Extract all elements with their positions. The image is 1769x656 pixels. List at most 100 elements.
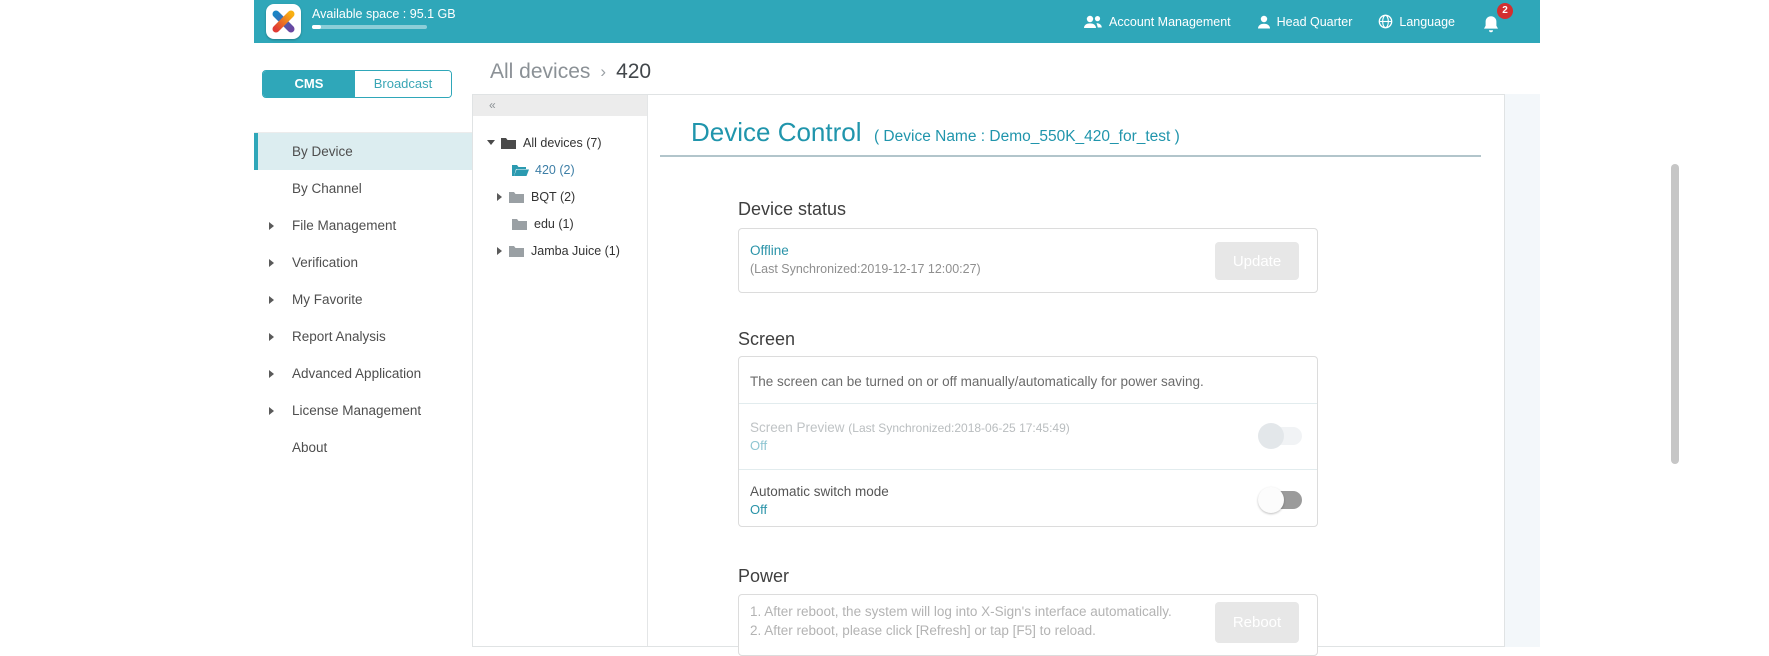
available-space: Available space : 95.1 GB xyxy=(312,7,456,29)
nav-account-management-label: Account Management xyxy=(1109,15,1231,29)
sidebar-item-label: File Management xyxy=(292,218,396,233)
xsign-logo-icon xyxy=(266,4,301,39)
nav-head-quarter[interactable]: Head Quarter xyxy=(1257,15,1353,29)
tab-cms[interactable]: CMS xyxy=(263,71,355,97)
sidebar-item-label: Report Analysis xyxy=(292,329,386,344)
sidebar-item-label: Advanced Application xyxy=(292,366,421,381)
globe-icon xyxy=(1378,14,1393,29)
tree-collapse-button[interactable]: « xyxy=(473,95,647,116)
breadcrumb: All devices › 420 xyxy=(490,60,651,84)
top-header-bar: Available space : 95.1 GB Account Manage… xyxy=(254,0,1540,43)
breadcrumb-separator-icon: › xyxy=(600,62,606,82)
screen-preview-last-sync: (Last Synchronized:2018-06-25 17:45:49) xyxy=(848,421,1069,435)
sidebar-item-label: By Device xyxy=(292,144,353,159)
notifications[interactable]: 2 xyxy=(1481,7,1507,37)
available-space-label: Available space : 95.1 GB xyxy=(312,7,456,21)
mode-tabs: CMS Broadcast xyxy=(262,70,452,98)
device-tree-panel: « All devices (7) 420 (2) xyxy=(473,95,648,646)
page-title: Device Control xyxy=(691,117,862,147)
screen-description: The screen can be turned on or off manua… xyxy=(750,374,1204,389)
automatic-switch-row: Automatic switch mode Off xyxy=(739,470,1317,528)
expand-arrow-icon xyxy=(269,333,274,341)
device-status-last-sync: (Last Synchronized:2019-12-17 12:00:27) xyxy=(750,262,981,276)
tree-node-label: 420 (2) xyxy=(535,163,575,177)
expand-arrow-icon xyxy=(269,222,274,230)
sidebar-item-about[interactable]: About xyxy=(254,429,472,466)
screen-description-row: The screen can be turned on or off manua… xyxy=(739,357,1317,404)
header-nav: Account Management Head Quarter Language xyxy=(1083,0,1507,43)
folder-icon xyxy=(500,136,517,150)
reboot-button[interactable]: Reboot xyxy=(1215,602,1299,643)
screen-preview-row: Screen Preview (Last Synchronized:2018-0… xyxy=(739,404,1317,470)
xsign-logo[interactable] xyxy=(266,4,301,39)
sidebar-item-report-analysis[interactable]: Report Analysis xyxy=(254,318,472,355)
title-divider xyxy=(660,155,1481,157)
notification-badge: 2 xyxy=(1497,3,1513,19)
sidebar-item-label: By Channel xyxy=(292,181,362,196)
user-icon xyxy=(1257,15,1271,29)
nav-account-management[interactable]: Account Management xyxy=(1083,15,1231,29)
tree-node-all-devices[interactable]: All devices (7) xyxy=(473,129,647,156)
expand-arrow-icon xyxy=(269,296,274,304)
folder-icon xyxy=(508,190,525,204)
breadcrumb-parent[interactable]: All devices xyxy=(490,60,590,84)
nav-language[interactable]: Language xyxy=(1378,14,1455,29)
caret-collapsed-icon[interactable] xyxy=(497,247,502,255)
tree-node-jamba-juice[interactable]: Jamba Juice (1) xyxy=(473,237,647,264)
section-heading-device-status: Device status xyxy=(738,199,846,220)
tree-node-label: All devices (7) xyxy=(523,136,602,150)
sidebar-item-by-channel[interactable]: By Channel xyxy=(254,170,472,207)
sidebar-item-verification[interactable]: Verification xyxy=(254,244,472,281)
folder-open-icon xyxy=(511,163,529,177)
caret-collapsed-icon[interactable] xyxy=(497,193,502,201)
sidebar-item-my-favorite[interactable]: My Favorite xyxy=(254,281,472,318)
content-scrollbar[interactable] xyxy=(1671,164,1679,464)
main-panel: « All devices (7) 420 (2) xyxy=(472,94,1505,647)
storage-progress-fill xyxy=(312,25,321,29)
screen-preview-toggle[interactable] xyxy=(1260,426,1302,446)
automatic-switch-label: Automatic switch mode xyxy=(750,484,889,499)
tree-node-label: Jamba Juice (1) xyxy=(531,244,620,258)
expand-arrow-icon xyxy=(269,370,274,378)
expand-arrow-icon xyxy=(269,407,274,415)
users-icon xyxy=(1083,15,1103,29)
screen-preview-state-link[interactable]: Off xyxy=(750,438,767,453)
device-name-subtitle: ( Device Name : Demo_550K_420_for_test ) xyxy=(874,128,1180,145)
collapse-chevrons-icon: « xyxy=(489,98,496,112)
right-gutter xyxy=(1505,94,1540,647)
folder-icon xyxy=(508,244,525,258)
caret-expanded-icon[interactable] xyxy=(487,140,495,145)
toggle-knob xyxy=(1258,423,1284,449)
sidebar-item-by-device[interactable]: By Device xyxy=(254,133,472,170)
power-instruction-2: 2. After reboot, please click [Refresh] … xyxy=(750,623,1096,638)
device-status-value: Offline xyxy=(750,243,789,258)
tree-node-bqt[interactable]: BQT (2) xyxy=(473,183,647,210)
device-control-content: Device Control ( Device Name : Demo_550K… xyxy=(648,95,1506,646)
screen-preview-title: Screen Preview xyxy=(750,420,848,435)
tree-node-420[interactable]: 420 (2) xyxy=(473,156,647,183)
tree-node-label: BQT (2) xyxy=(531,190,575,204)
power-instruction-1: 1. After reboot, the system will log int… xyxy=(750,604,1172,619)
sidebar-menu: By Device By Channel File Management Ver… xyxy=(254,132,472,466)
section-heading-power: Power xyxy=(738,566,789,587)
tab-broadcast[interactable]: Broadcast xyxy=(355,71,451,97)
breadcrumb-current: 420 xyxy=(616,60,651,84)
storage-progress-bar xyxy=(312,25,427,29)
sidebar-item-advanced-application[interactable]: Advanced Application xyxy=(254,355,472,392)
device-status-card: Offline (Last Synchronized:2019-12-17 12… xyxy=(738,228,1318,293)
sidebar-item-license-management[interactable]: License Management xyxy=(254,392,472,429)
tree-node-edu[interactable]: edu (1) xyxy=(473,210,647,237)
tree-node-label: edu (1) xyxy=(534,217,574,231)
sidebar-item-file-management[interactable]: File Management xyxy=(254,207,472,244)
app-window: Available space : 95.1 GB Account Manage… xyxy=(254,0,1540,647)
automatic-switch-toggle[interactable] xyxy=(1260,490,1302,510)
nav-head-quarter-label: Head Quarter xyxy=(1277,15,1353,29)
screen-card: The screen can be turned on or off manua… xyxy=(738,356,1318,527)
sidebar-item-label: My Favorite xyxy=(292,292,363,307)
section-heading-screen: Screen xyxy=(738,329,795,350)
folder-icon xyxy=(511,217,528,231)
automatic-switch-state-link[interactable]: Off xyxy=(750,502,767,517)
sidebar-item-label: Verification xyxy=(292,255,358,270)
device-tree: All devices (7) 420 (2) BQT (2) xyxy=(473,129,647,264)
update-button[interactable]: Update xyxy=(1215,242,1299,280)
